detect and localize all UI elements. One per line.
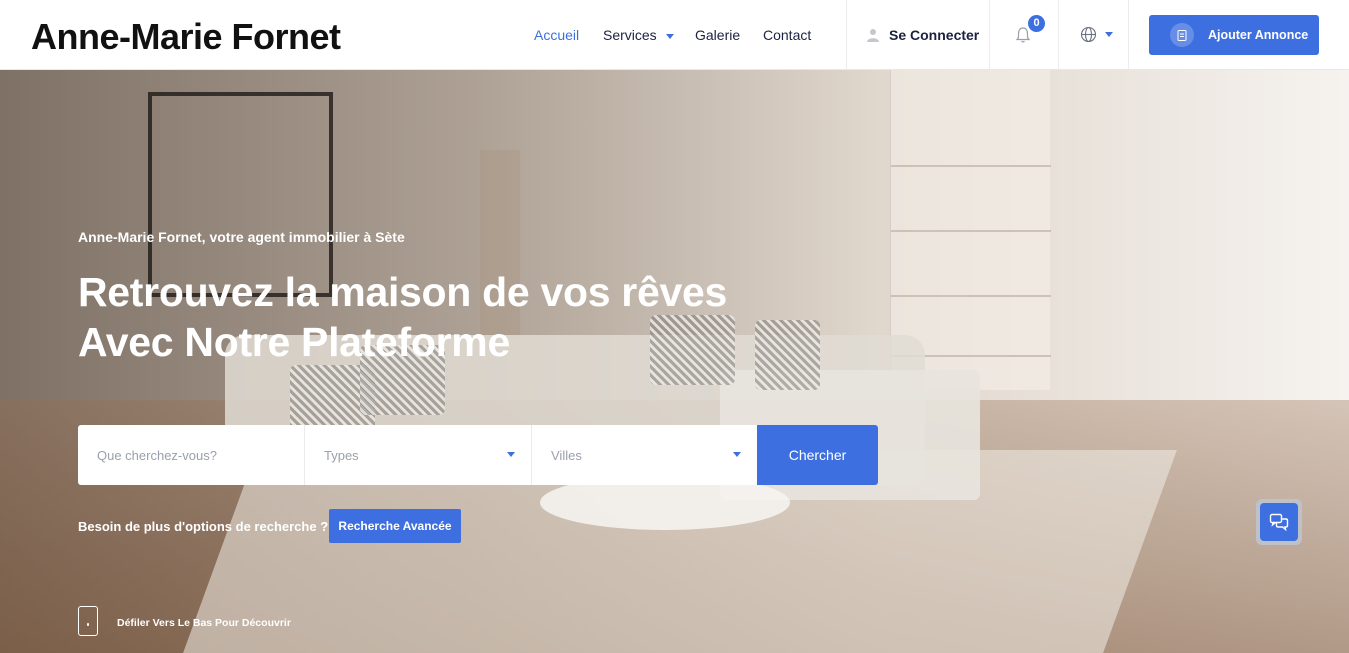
scroll-hint[interactable]: Défiler Vers Le Bas Pour Découvrir	[117, 617, 291, 629]
globe-icon	[1080, 26, 1097, 43]
divider	[846, 0, 847, 69]
brand-logo[interactable]: Anne-Marie Fornet	[31, 16, 341, 58]
divider	[1058, 0, 1059, 69]
chat-icon	[1260, 503, 1298, 541]
chevron-down-icon	[507, 452, 515, 457]
hero-title-line: Avec Notre Plateforme	[78, 319, 510, 365]
user-icon	[867, 29, 879, 42]
login-label: Se Connecter	[889, 27, 980, 43]
notification-badge: 0	[1028, 15, 1045, 32]
chevron-down-icon	[1105, 32, 1113, 37]
hero-background-pillow	[755, 320, 820, 390]
add-listing-button[interactable]: Ajouter Annonce	[1149, 15, 1319, 55]
more-options-text: Besoin de plus d'options de recherche ?	[78, 519, 329, 534]
types-select[interactable]: Types	[305, 425, 532, 485]
chevron-down-icon	[665, 33, 674, 39]
document-icon	[1170, 23, 1194, 47]
chat-button[interactable]	[1256, 499, 1302, 545]
search-input[interactable]: Que cherchez-vous?	[78, 425, 305, 485]
types-select-label: Types	[324, 447, 359, 463]
nav-services[interactable]: Services	[603, 27, 674, 43]
hero-tagline: Anne-Marie Fornet, votre agent immobilie…	[78, 229, 405, 245]
search-bar: Que cherchez-vous? Types Villes Chercher	[78, 425, 878, 485]
nav-contact[interactable]: Contact	[763, 27, 811, 43]
cities-select-label: Villes	[551, 447, 582, 463]
cities-select[interactable]: Villes	[532, 425, 757, 485]
search-button[interactable]: Chercher	[757, 425, 878, 485]
language-selector[interactable]	[1080, 26, 1113, 43]
nav-services-label: Services	[603, 27, 657, 43]
advanced-search-button[interactable]: Recherche Avancée	[329, 509, 461, 543]
nav-home[interactable]: Accueil	[534, 27, 579, 43]
hero-title-line: Retrouvez la maison de vos rêves	[78, 269, 727, 315]
chevron-down-icon	[733, 452, 741, 457]
notifications-button[interactable]	[1014, 26, 1032, 49]
nav-gallery[interactable]: Galerie	[695, 27, 740, 43]
mouse-icon[interactable]	[78, 606, 98, 636]
site-header: Anne-Marie Fornet Accueil Services Galer…	[0, 0, 1349, 70]
add-listing-label: Ajouter Annonce	[1208, 28, 1309, 42]
hero-section: Anne-Marie Fornet, votre agent immobilie…	[0, 70, 1349, 653]
login-link[interactable]: Se Connecter	[866, 27, 979, 43]
divider	[1128, 0, 1129, 69]
hero-title: Retrouvez la maison de vos rêves Avec No…	[78, 267, 727, 367]
divider	[989, 0, 990, 69]
